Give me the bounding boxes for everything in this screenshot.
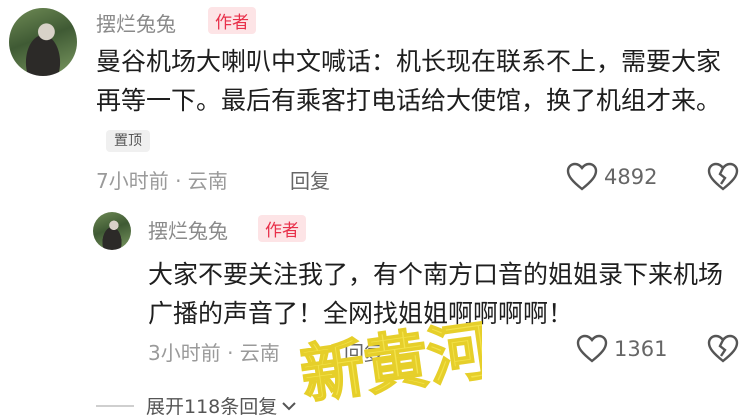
comment-body: 大家不要关注我了，有个南方口音的姐姐录下来机场广播的声音了！全网找姐姐啊啊啊啊！ — [148, 260, 724, 328]
avatar[interactable] — [93, 212, 131, 250]
comment-item: 摆烂兔兔 作者 曼谷机场大喇叭中文喊话：机长现在联系不上，需要大家再等一下。最后… — [0, 0, 750, 200]
pinned-badge: 置顶 — [106, 130, 150, 152]
author-badge: 作者 — [208, 7, 256, 34]
username[interactable]: 摆烂兔兔 — [148, 215, 228, 244]
author-badge: 作者 — [258, 215, 306, 242]
heart-outline-icon — [566, 162, 598, 191]
comment-meta: 3小时前 · 云南 — [148, 341, 280, 365]
reply-button[interactable]: 回复 — [290, 165, 330, 194]
username[interactable]: 摆烂兔兔 — [96, 8, 176, 37]
expand-replies-label: 展开118条回复 — [146, 396, 278, 418]
heart-outline-icon — [576, 334, 608, 363]
comment-text: 曼谷机场大喇叭中文喊话：机长现在联系不上，需要大家再等一下。最后有乘客打电话给大… — [96, 42, 736, 159]
like-count: 4892 — [604, 165, 658, 189]
reply-item: 摆烂兔兔 作者 大家不要关注我了，有个南方口音的姐姐录下来机场广播的声音了！全网… — [0, 205, 750, 385]
dislike-button[interactable] — [707, 162, 739, 196]
divider — [96, 404, 134, 407]
broken-heart-icon — [707, 162, 739, 191]
like-button[interactable]: 1361 — [576, 334, 667, 364]
expand-replies-button[interactable]: 展开118条回复 — [96, 392, 297, 419]
comment-body: 曼谷机场大喇叭中文喊话：机长现在联系不上，需要大家再等一下。最后有乘客打电话给大… — [96, 47, 722, 115]
like-count: 1361 — [614, 337, 668, 361]
comment-text: 大家不要关注我了，有个南方口音的姐姐录下来机场广播的声音了！全网找姐姐啊啊啊啊！ — [148, 255, 738, 333]
comment-meta: 7小时前 · 云南 — [96, 169, 228, 193]
avatar[interactable] — [9, 8, 77, 76]
chevron-down-icon — [282, 401, 296, 410]
reply-button[interactable]: 回复 — [344, 337, 384, 366]
like-button[interactable]: 4892 — [566, 162, 657, 192]
dislike-button[interactable] — [707, 334, 739, 368]
broken-heart-icon — [707, 334, 739, 363]
